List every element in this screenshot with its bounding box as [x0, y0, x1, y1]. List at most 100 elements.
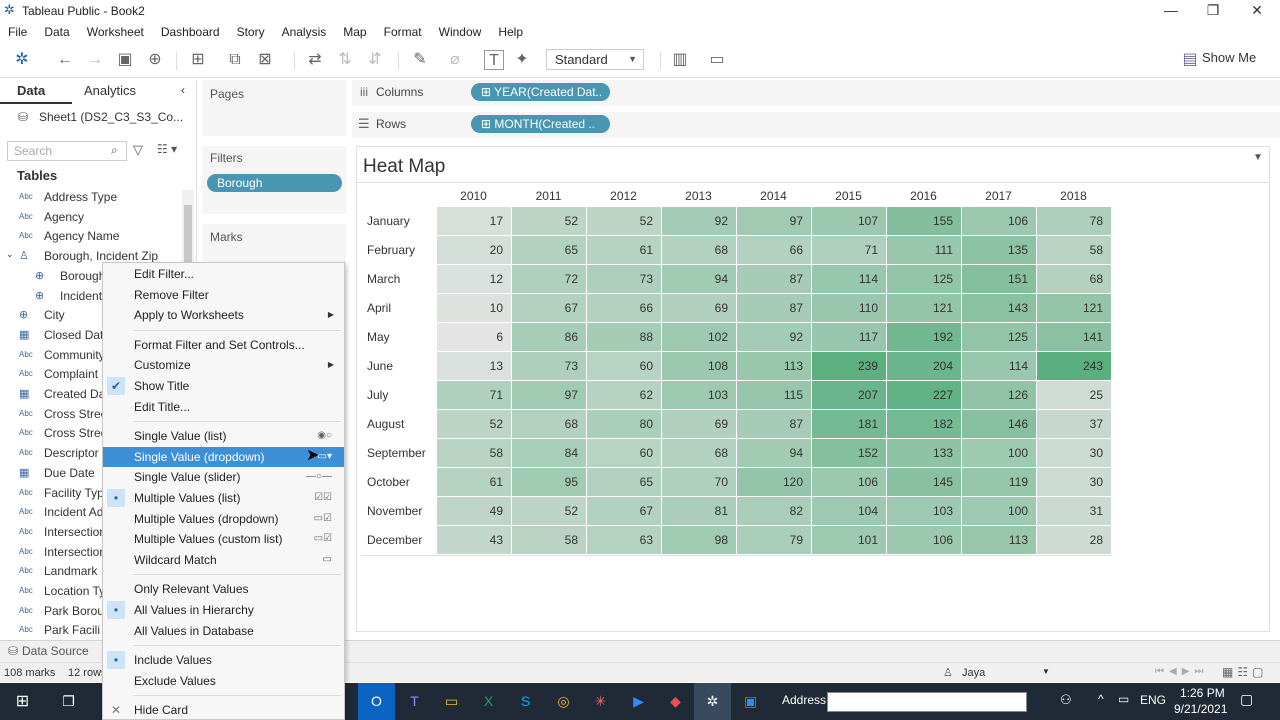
heatmap-cell[interactable]: 152: [812, 439, 886, 467]
menu-help[interactable]: Help: [498, 22, 523, 42]
save-icon[interactable]: ▣: [115, 50, 135, 70]
datasource-name[interactable]: Sheet1 (DS2_C3_S3_Co...: [39, 110, 183, 124]
heatmap-cell[interactable]: 108: [662, 352, 736, 380]
heatmap-cell[interactable]: 25: [1037, 381, 1111, 409]
heatmap-cell[interactable]: 239: [812, 352, 886, 380]
heatmap-cell[interactable]: 37: [1037, 410, 1111, 438]
fit-view-select[interactable]: Standard ▼: [546, 49, 644, 70]
heatmap-cell[interactable]: 94: [662, 265, 736, 293]
view-title[interactable]: Heat Map: [363, 156, 445, 178]
restore-button[interactable]: ❐: [1190, 0, 1236, 22]
task-view-icon[interactable]: ❐: [50, 683, 87, 720]
sort-ascending-icon[interactable]: ⇅: [335, 50, 355, 70]
heatmap-cell[interactable]: 103: [662, 381, 736, 409]
heatmap-cell[interactable]: 181: [812, 410, 886, 438]
heatmap-cell[interactable]: 204: [887, 352, 961, 380]
heatmap-cell[interactable]: 121: [887, 294, 961, 322]
heatmap-cell[interactable]: 66: [587, 294, 661, 322]
month-created-date-pill[interactable]: ⊞ MONTH(Created ..: [471, 115, 610, 133]
menu-worksheet[interactable]: Worksheet: [87, 22, 144, 42]
heatmap-cell[interactable]: 92: [662, 207, 736, 235]
heatmap-cell[interactable]: 52: [437, 410, 511, 438]
heatmap-cell[interactable]: 66: [737, 236, 811, 264]
heatmap-cell[interactable]: 79: [737, 526, 811, 554]
heatmap-cell[interactable]: 92: [737, 323, 811, 351]
field-item[interactable]: Abc Agency Name: [0, 227, 180, 247]
heatmap-cell[interactable]: 71: [437, 381, 511, 409]
heatmap-cell[interactable]: 20: [437, 236, 511, 264]
heatmap-cell[interactable]: 87: [737, 294, 811, 322]
heatmap-cell[interactable]: 58: [437, 439, 511, 467]
heatmap-cell[interactable]: 86: [512, 323, 586, 351]
borough-filter-pill[interactable]: Borough: [207, 174, 342, 192]
heatmap-cell[interactable]: 95: [512, 468, 586, 496]
heatmap-cell[interactable]: 87: [737, 410, 811, 438]
heatmap-cell[interactable]: 135: [962, 236, 1036, 264]
heatmap-cell[interactable]: 52: [512, 497, 586, 525]
heatmap-cell[interactable]: 12: [437, 265, 511, 293]
heatmap-cell[interactable]: 110: [812, 294, 886, 322]
heatmap-cell[interactable]: 100: [962, 497, 1036, 525]
close-button[interactable]: ✕: [1234, 0, 1280, 22]
heatmap-cell[interactable]: 67: [512, 294, 586, 322]
menu-item-multiple-values-custom-list[interactable]: Multiple Values (custom list) ▭☑: [103, 529, 344, 549]
heatmap-cell[interactable]: 101: [812, 526, 886, 554]
heatmap-cell[interactable]: 43: [437, 526, 511, 554]
windows-start-icon[interactable]: ⊞: [4, 683, 41, 720]
menu-map[interactable]: Map: [343, 22, 366, 42]
minimize-button[interactable]: —: [1148, 0, 1194, 22]
menu-item-all-values-in-hierarchy[interactable]: • All Values in Hierarchy: [103, 600, 344, 620]
heatmap-cell[interactable]: 30: [1037, 468, 1111, 496]
highlight-icon[interactable]: ✎: [410, 50, 430, 70]
heatmap-cell[interactable]: 207: [812, 381, 886, 409]
heatmap-cell[interactable]: 243: [1037, 352, 1111, 380]
show-labels-icon[interactable]: T: [484, 50, 504, 70]
heatmap-cell[interactable]: 182: [887, 410, 961, 438]
menu-item-remove-filter[interactable]: Remove Filter: [103, 285, 344, 305]
heatmap-cell[interactable]: 117: [812, 323, 886, 351]
heatmap-cell[interactable]: 115: [737, 381, 811, 409]
heatmap-cell[interactable]: 71: [812, 236, 886, 264]
heatmap-cell[interactable]: 97: [737, 207, 811, 235]
filter-icon[interactable]: ▽: [133, 142, 143, 158]
pin-icon[interactable]: ✦: [512, 50, 532, 70]
heatmap-cell[interactable]: 63: [587, 526, 661, 554]
clock-time[interactable]: 1:26 PM: [1180, 686, 1225, 700]
address-input[interactable]: [827, 692, 1027, 712]
clock-date[interactable]: 9/21/2021: [1174, 702, 1227, 716]
heatmap-cell[interactable]: 61: [437, 468, 511, 496]
redo-icon[interactable]: →: [85, 50, 105, 70]
title-dropdown-icon[interactable]: ▼: [1253, 152, 1263, 163]
zoom-icon[interactable]: ▶: [620, 683, 657, 720]
heatmap-cell[interactable]: 100: [962, 439, 1036, 467]
new-datasource-icon[interactable]: ⊕: [145, 50, 165, 70]
menu-item-customize[interactable]: Customize ▶: [103, 355, 344, 375]
heatmap-cell[interactable]: 145: [887, 468, 961, 496]
menu-data[interactable]: Data: [44, 22, 69, 42]
show-me-button[interactable]: Show Me: [1202, 50, 1256, 65]
heatmap-cell[interactable]: 143: [962, 294, 1036, 322]
heatmap-cell[interactable]: 60: [587, 352, 661, 380]
menu-item-only-relevant-values[interactable]: Only Relevant Values: [103, 579, 344, 599]
anydesk-icon[interactable]: ◆: [657, 683, 694, 720]
menu-item-hide-card[interactable]: ✕ Hide Card: [103, 700, 344, 720]
menu-item-edit-filter[interactable]: Edit Filter...: [103, 264, 344, 284]
menu-item-include-values[interactable]: • Include Values: [103, 650, 344, 670]
notifications-icon[interactable]: ▢: [1240, 691, 1253, 708]
search-input[interactable]: Search: [7, 141, 127, 161]
user-dropdown-icon[interactable]: ▼: [1042, 667, 1050, 676]
show-hidden-icons-icon[interactable]: ^: [1098, 692, 1104, 706]
heatmap-cell[interactable]: 69: [662, 294, 736, 322]
heatmap-cell[interactable]: 103: [887, 497, 961, 525]
heatmap-cell[interactable]: 106: [812, 468, 886, 496]
menu-item-wildcard-match[interactable]: Wildcard Match ▭: [103, 550, 344, 570]
heatmap-cell[interactable]: 78: [1037, 207, 1111, 235]
heatmap-cell[interactable]: 61: [587, 236, 661, 264]
field-item[interactable]: Abc Agency: [0, 208, 180, 228]
presentation-icon[interactable]: ▭: [707, 50, 727, 70]
user-name[interactable]: Jaya: [962, 667, 985, 679]
sheet-nav-icons[interactable]: ⏮◀▶⏭: [1155, 666, 1208, 677]
duplicate-sheet-icon[interactable]: ⧉: [225, 50, 245, 70]
heatmap-cell[interactable]: 65: [512, 236, 586, 264]
heatmap-cell[interactable]: 227: [887, 381, 961, 409]
